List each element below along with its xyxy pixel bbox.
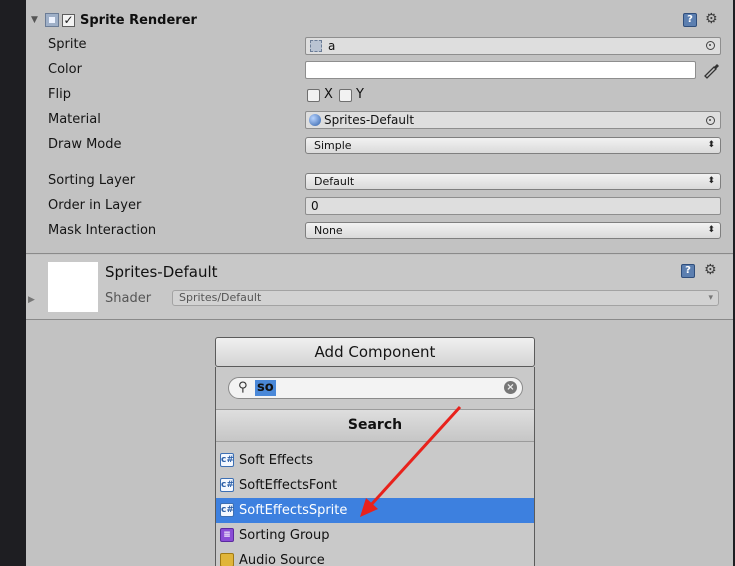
search-header: Search bbox=[216, 409, 534, 442]
material-section: ▶ Sprites-Default Shader Sprites/Default… bbox=[26, 255, 733, 319]
sprite-field[interactable]: a bbox=[305, 37, 721, 55]
script-icon: c# bbox=[220, 478, 234, 492]
sprite-thumbnail-icon bbox=[310, 40, 322, 52]
dropdown-arrows-icon: ⬍ bbox=[707, 225, 715, 235]
help-icon[interactable]: ? bbox=[683, 13, 697, 27]
component-title: Sprite Renderer bbox=[80, 12, 197, 28]
sprite-value: a bbox=[328, 39, 336, 53]
sorting-layer-label: Sorting Layer bbox=[48, 173, 136, 188]
material-value: Sprites-Default bbox=[324, 113, 415, 127]
sprite-label: Sprite bbox=[48, 37, 87, 52]
add-component-area: Add Component ⚲ so × Search c# Soft Effe… bbox=[26, 320, 733, 566]
sorting-layer-value: Default bbox=[314, 175, 355, 188]
audio-icon bbox=[220, 553, 234, 566]
object-picker-icon[interactable] bbox=[706, 41, 715, 50]
material-sphere-icon bbox=[309, 114, 321, 126]
material-preview bbox=[48, 262, 98, 312]
add-component-popup: ⚲ so × Search c# Soft Effects c# SoftEff… bbox=[215, 367, 535, 566]
result-label: Sorting Group bbox=[239, 528, 330, 543]
result-item-softeffectsfont[interactable]: c# SoftEffectsFont bbox=[216, 473, 534, 498]
color-field[interactable] bbox=[305, 61, 696, 79]
material-field[interactable]: Sprites-Default bbox=[305, 111, 721, 129]
mask-interaction-label: Mask Interaction bbox=[48, 223, 157, 238]
script-icon: c# bbox=[220, 453, 234, 467]
sprite-renderer-icon bbox=[45, 13, 59, 27]
gear-icon[interactable]: ⚙ bbox=[705, 12, 718, 26]
flip-y-checkbox[interactable] bbox=[339, 89, 352, 102]
order-in-layer-label: Order in Layer bbox=[48, 198, 142, 213]
material-gear-icon[interactable]: ⚙ bbox=[704, 263, 717, 277]
material-picker-icon[interactable] bbox=[706, 116, 715, 125]
sorting-layer-dropdown[interactable]: Default ⬍ bbox=[305, 173, 721, 190]
script-icon: c# bbox=[220, 503, 234, 517]
draw-mode-value: Simple bbox=[314, 139, 352, 152]
order-in-layer-field[interactable]: 0 bbox=[305, 197, 721, 215]
divider bbox=[26, 253, 733, 254]
draw-mode-dropdown[interactable]: Simple ⬍ bbox=[305, 137, 721, 154]
result-item-audio-source[interactable]: Audio Source bbox=[216, 548, 534, 566]
material-name: Sprites-Default bbox=[105, 263, 218, 281]
sorting-group-icon: ≡ bbox=[220, 528, 234, 542]
result-label: Soft Effects bbox=[239, 453, 313, 468]
order-in-layer-value: 0 bbox=[311, 199, 319, 213]
search-value: so bbox=[255, 380, 276, 396]
draw-mode-label: Draw Mode bbox=[48, 137, 122, 152]
inspector-panel: ▼ ✓ Sprite Renderer ? ⚙ Sprite a Color F… bbox=[26, 0, 733, 566]
result-item-softeffectssprite[interactable]: c# SoftEffectsSprite bbox=[216, 498, 534, 523]
shader-dropdown[interactable]: Sprites/Default ▾ bbox=[172, 290, 719, 306]
flip-x-checkbox[interactable] bbox=[307, 89, 320, 102]
mask-interaction-dropdown[interactable]: None ⬍ bbox=[305, 222, 721, 239]
chevron-down-icon: ▾ bbox=[708, 293, 713, 303]
dropdown-arrows-icon: ⬍ bbox=[707, 140, 715, 150]
add-component-button[interactable]: Add Component bbox=[215, 337, 535, 367]
flip-label: Flip bbox=[48, 87, 71, 102]
component-enabled-checkbox[interactable]: ✓ bbox=[62, 13, 75, 27]
eyedropper-icon[interactable] bbox=[702, 59, 722, 79]
foldout-arrow-icon[interactable]: ▼ bbox=[31, 15, 41, 25]
flip-y-label: Y bbox=[356, 87, 364, 102]
material-foldout-icon[interactable]: ▶ bbox=[28, 295, 35, 305]
clear-search-icon[interactable]: × bbox=[504, 381, 517, 394]
result-item-soft-effects[interactable]: c# Soft Effects bbox=[216, 448, 534, 473]
search-input[interactable]: ⚲ so × bbox=[228, 377, 523, 399]
result-label: SoftEffectsFont bbox=[239, 478, 338, 493]
material-help-icon[interactable]: ? bbox=[681, 264, 695, 278]
result-label: SoftEffectsSprite bbox=[239, 503, 348, 518]
result-label: Audio Source bbox=[239, 553, 325, 566]
search-icon: ⚲ bbox=[238, 380, 248, 395]
shader-label: Shader bbox=[105, 291, 152, 306]
material-label: Material bbox=[48, 112, 101, 127]
result-item-sorting-group[interactable]: ≡ Sorting Group bbox=[216, 523, 534, 548]
component-header[interactable]: ▼ ✓ Sprite Renderer bbox=[26, 9, 733, 31]
mask-interaction-value: None bbox=[314, 224, 343, 237]
shader-value: Sprites/Default bbox=[179, 291, 262, 304]
color-label: Color bbox=[48, 62, 82, 77]
dropdown-arrows-icon: ⬍ bbox=[707, 176, 715, 186]
flip-x-label: X bbox=[324, 87, 333, 102]
